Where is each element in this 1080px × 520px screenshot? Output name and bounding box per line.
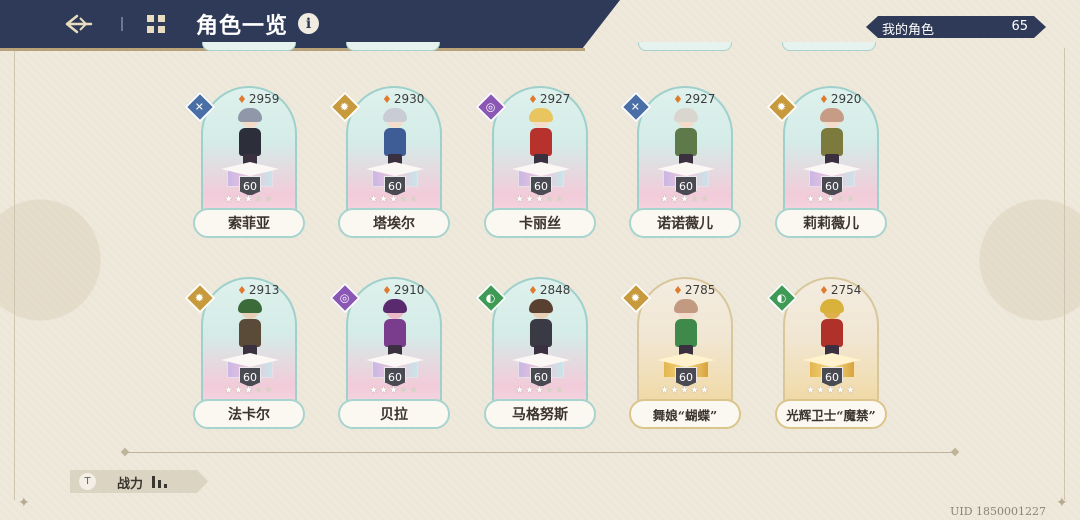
character-sprite (235, 299, 265, 359)
star-rating: ★★★★★ (369, 194, 419, 205)
character-sprite (526, 299, 556, 359)
character-name: 莉莉薇儿 (775, 208, 887, 238)
character-card[interactable]: ✹ ♦ 2920 60 ★★★★★ 莉莉薇儿 (766, 86, 887, 238)
star-rating: ★★★★★ (224, 385, 274, 396)
character-card[interactable]: ✕ ♦ 2959 60 ★★★★★ 索菲亚 (184, 86, 305, 238)
flame-icon: ♦ (528, 283, 538, 297)
character-sprite (235, 108, 265, 168)
character-sprite (817, 108, 847, 168)
power-value: ♦ 2920 (819, 92, 861, 106)
corner-ornament-icon: ✦ (1056, 495, 1068, 511)
power-value: ♦ 2930 (382, 92, 424, 106)
uid-text: UID 1850001227 (950, 505, 1046, 518)
flame-icon: ♦ (528, 92, 538, 106)
power-number: 2959 (248, 92, 280, 106)
right-border-line (1064, 48, 1065, 500)
previous-row-card-edge (782, 42, 876, 51)
my-characters-counter: 我的角色 65 (866, 16, 1046, 38)
power-value: ♦ 2848 (528, 283, 570, 297)
star-rating: ★★★★★ (660, 385, 710, 396)
character-card[interactable]: ◎ ♦ 2910 60 ★★★★★ 贝拉 (329, 277, 450, 429)
character-sprite (380, 108, 410, 168)
flame-icon: ♦ (819, 283, 829, 297)
power-number: 2930 (393, 92, 425, 106)
star-rating: ★★★★★ (515, 194, 565, 205)
flame-icon: ♦ (237, 283, 247, 297)
power-number: 2754 (830, 283, 862, 297)
character-card[interactable]: ◐ ♦ 2754 60 ★★★★★ 光辉卫士“魔禁” (766, 277, 887, 429)
character-name: 索菲亚 (193, 208, 305, 238)
character-name: 法卡尔 (193, 399, 305, 429)
character-sprite (671, 299, 701, 359)
power-number: 2927 (539, 92, 571, 106)
grid-home-icon (147, 15, 165, 33)
character-name: 光辉卫士“魔禁” (775, 399, 887, 429)
character-card[interactable]: ✹ ♦ 2785 60 ★★★★★ 舞娘“蝴蝶” (620, 277, 741, 429)
character-sprite (671, 108, 701, 168)
flame-icon: ♦ (819, 92, 829, 106)
power-number: 2848 (539, 283, 571, 297)
previous-row-card-edge (202, 42, 296, 51)
corner-ornament-icon: ✦ (18, 495, 30, 511)
power-number: 2927 (684, 92, 716, 106)
star-rating: ★★★★★ (806, 385, 856, 396)
left-border-line (14, 48, 15, 500)
flame-icon: ♦ (382, 283, 392, 297)
star-rating: ★★★★★ (660, 194, 710, 205)
sort-by-power-button[interactable]: T 战力 (70, 470, 208, 493)
background-pattern (0, 0, 1080, 520)
flame-icon: ♦ (382, 92, 392, 106)
sort-icon: T (79, 473, 96, 490)
back-button[interactable] (62, 10, 96, 38)
power-value: ♦ 2754 (819, 283, 861, 297)
flame-icon: ♦ (237, 92, 247, 106)
star-rating: ★★★★★ (806, 194, 856, 205)
star-rating: ★★★★★ (224, 194, 274, 205)
list-divider (125, 452, 955, 453)
character-sprite (380, 299, 410, 359)
character-name: 卡丽丝 (484, 208, 596, 238)
home-button[interactable] (144, 12, 168, 36)
power-value: ♦ 2927 (673, 92, 715, 106)
page-title: 角色一览 (196, 13, 289, 39)
power-number: 2920 (830, 92, 862, 106)
character-card[interactable]: ◎ ♦ 2927 60 ★★★★★ 卡丽丝 (475, 86, 596, 238)
power-value: ♦ 2927 (528, 92, 570, 106)
star-rating: ★★★★★ (515, 385, 565, 396)
flame-icon: ♦ (673, 92, 683, 106)
star-rating: ★★★★★ (369, 385, 419, 396)
character-name: 诺诺薇儿 (629, 208, 741, 238)
character-card[interactable]: ✹ ♦ 2913 60 ★★★★★ 法卡尔 (184, 277, 305, 429)
character-sprite (817, 299, 847, 359)
previous-row-card-edge (346, 42, 440, 51)
character-name: 贝拉 (338, 399, 450, 429)
power-number: 2785 (684, 283, 716, 297)
power-value: ♦ 2959 (237, 92, 279, 106)
sort-label: 战力 (117, 477, 144, 492)
my-characters-label: 我的角色 (882, 23, 935, 38)
power-number: 2910 (393, 283, 425, 297)
power-value: ♦ 2913 (237, 283, 279, 297)
character-sprite (526, 108, 556, 168)
flame-icon: ♦ (673, 283, 683, 297)
sort-order-icon (152, 476, 172, 488)
my-characters-count: 65 (1011, 19, 1028, 34)
character-name: 舞娘“蝴蝶” (629, 399, 741, 429)
previous-row-card-edge (638, 42, 732, 51)
character-card[interactable]: ✹ ♦ 2930 60 ★★★★★ 塔埃尔 (329, 86, 450, 238)
header-divider (121, 17, 123, 31)
power-number: 2913 (248, 283, 280, 297)
power-value: ♦ 2785 (673, 283, 715, 297)
character-name: 塔埃尔 (338, 208, 450, 238)
character-card[interactable]: ◐ ♦ 2848 60 ★★★★★ 马格努斯 (475, 277, 596, 429)
power-value: ♦ 2910 (382, 283, 424, 297)
character-card[interactable]: ✕ ♦ 2927 60 ★★★★★ 诺诺薇儿 (620, 86, 741, 238)
character-name: 马格努斯 (484, 399, 596, 429)
back-arrow-icon (65, 14, 93, 34)
info-icon[interactable]: i (298, 13, 319, 34)
